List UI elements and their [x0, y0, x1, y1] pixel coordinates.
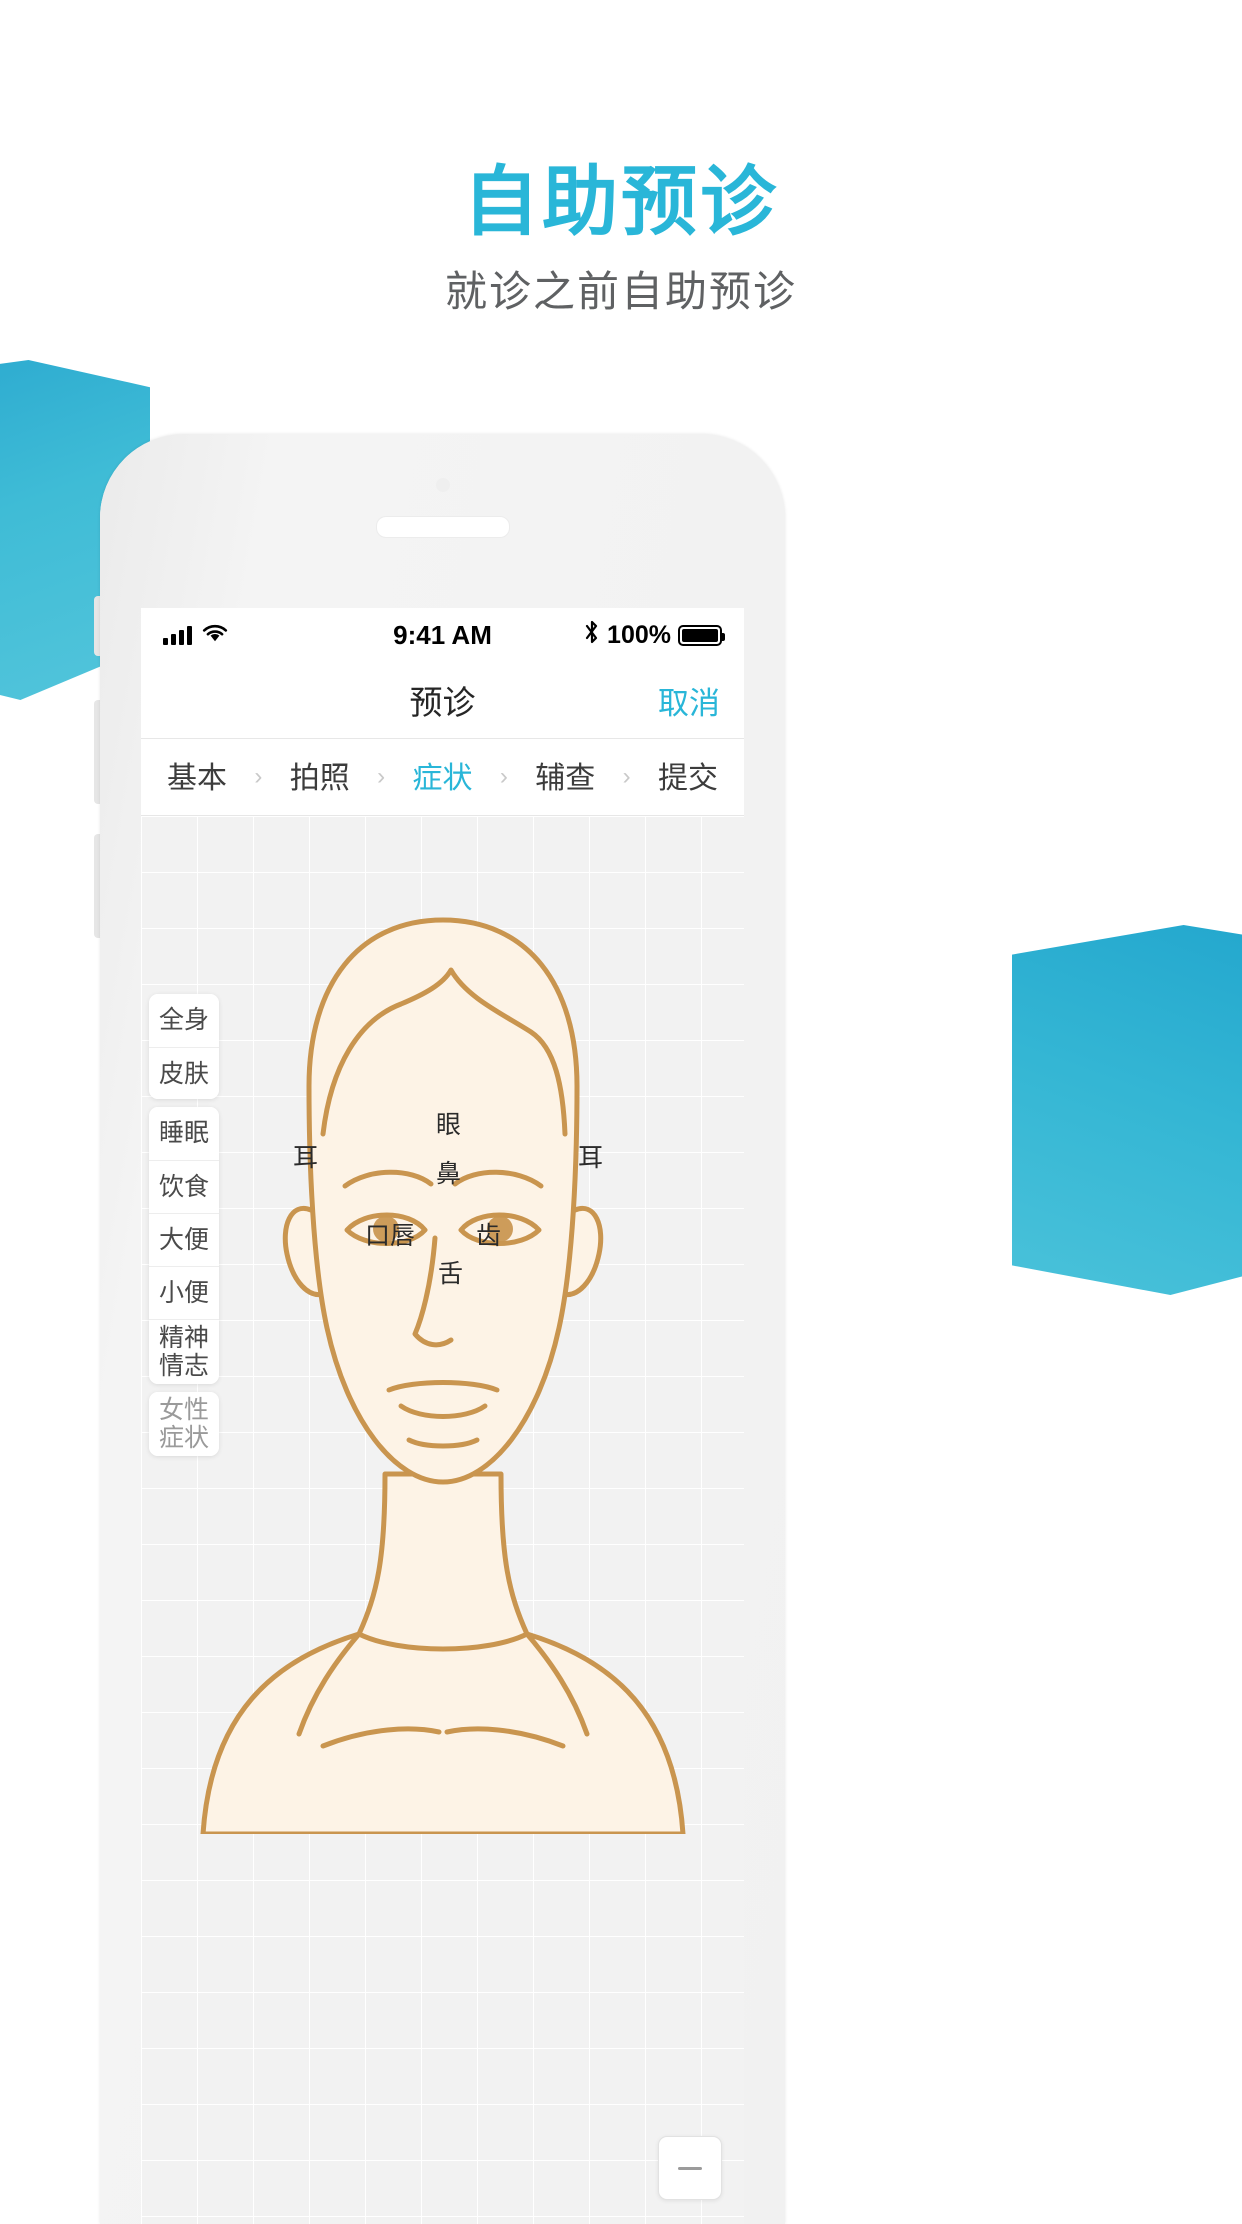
rail-item-label: 饮食: [158, 1172, 209, 1201]
nav-bar: 预诊 取消: [141, 662, 744, 739]
body-diagram-canvas[interactable]: 眼耳 耳 鼻口唇 齿舌 全身皮肤睡眠饮食大便小便精神 情志女性 症状: [141, 816, 744, 2224]
rail-item-小便[interactable]: 小便: [149, 1266, 219, 1318]
cancel-button[interactable]: 取消: [658, 678, 720, 723]
earpiece-speaker: [375, 516, 510, 538]
decorative-hexagon-right: [1012, 925, 1242, 1295]
phone-screen: 9:41 AM 100% 预诊 取消 基本 › 拍照 › 症状 › 辅查 › 提交: [141, 608, 744, 2224]
face-label-ear-right[interactable]: 耳: [578, 1138, 603, 1174]
status-bar-time: 9:41 AM: [393, 619, 492, 650]
rail-item-label: 症状: [158, 1424, 209, 1452]
nav-title: 预诊: [409, 684, 476, 721]
page-subtitle: 就诊之前自助预诊: [444, 268, 797, 315]
rail-group-0: 全身 皮肤: [149, 994, 219, 1099]
front-camera-icon: [435, 478, 450, 492]
page-title: 自助预诊: [463, 160, 779, 245]
face-label-lips[interactable]: 口唇: [365, 1216, 415, 1252]
face-label-teeth[interactable]: 齿: [476, 1216, 501, 1252]
rail-item-全身[interactable]: 全身: [149, 994, 219, 1046]
battery-full-icon: [678, 624, 725, 646]
step-separator-icon: ›: [499, 763, 508, 790]
rail-group-2: 女性 症状: [149, 1392, 219, 1456]
rail-item-皮肤[interactable]: 皮肤: [149, 1047, 219, 1099]
step-tab-2[interactable]: 症状: [408, 753, 477, 821]
rail-item-label: 大便: [158, 1225, 209, 1254]
rail-item-label: 全身: [158, 1006, 209, 1034]
phone-mockup: 9:41 AM 100% 预诊 取消 基本 › 拍照 › 症状 › 辅查 › 提交: [100, 434, 785, 2224]
rail-item-label: 小便: [158, 1278, 209, 1307]
step-separator-icon: ›: [254, 763, 263, 790]
rail-group-1: 睡眠饮食大便小便精神 情志: [149, 1107, 219, 1384]
rail-item-label: 情志: [158, 1352, 209, 1380]
status-bar: 9:41 AM 100%: [141, 608, 744, 662]
human-upper-body-illustration: [200, 917, 685, 1834]
step-tab-1[interactable]: 拍照: [290, 753, 350, 801]
rail-item-label: 皮肤: [158, 1059, 209, 1088]
rail-item-label: 精神: [158, 1324, 209, 1352]
step-tab-0[interactable]: 基本: [167, 753, 227, 801]
step-tabs: 基本 › 拍照 › 症状 › 辅查 › 提交: [141, 739, 744, 821]
rail-item-label: 睡眠: [158, 1119, 209, 1147]
step-separator-icon: ›: [377, 763, 386, 790]
rail-item-女性症状[interactable]: 女性 症状: [149, 1392, 219, 1456]
rail-item-睡眠[interactable]: 睡眠: [149, 1107, 219, 1159]
rail-item-饮食[interactable]: 饮食: [149, 1160, 219, 1212]
minus-icon: [678, 2166, 702, 2170]
zoom-out-button[interactable]: [658, 2136, 722, 2200]
rail-item-精神情志[interactable]: 精神 情志: [149, 1319, 219, 1384]
face-label-eye[interactable]: 眼: [436, 1105, 461, 1141]
step-separator-icon: ›: [622, 763, 631, 790]
rail-item-大便[interactable]: 大便: [149, 1213, 219, 1265]
rail-item-label: 女性: [158, 1396, 209, 1424]
face-label-ear-left[interactable]: 耳: [293, 1138, 318, 1174]
step-tab-3[interactable]: 辅查: [535, 753, 595, 801]
step-tab-4[interactable]: 提交: [658, 753, 718, 801]
symptom-category-rail[interactable]: 全身皮肤睡眠饮食大便小便精神 情志女性 症状: [149, 994, 219, 1456]
face-label-nose[interactable]: 鼻: [436, 1154, 461, 1190]
face-label-tongue[interactable]: 舌: [438, 1254, 463, 1290]
